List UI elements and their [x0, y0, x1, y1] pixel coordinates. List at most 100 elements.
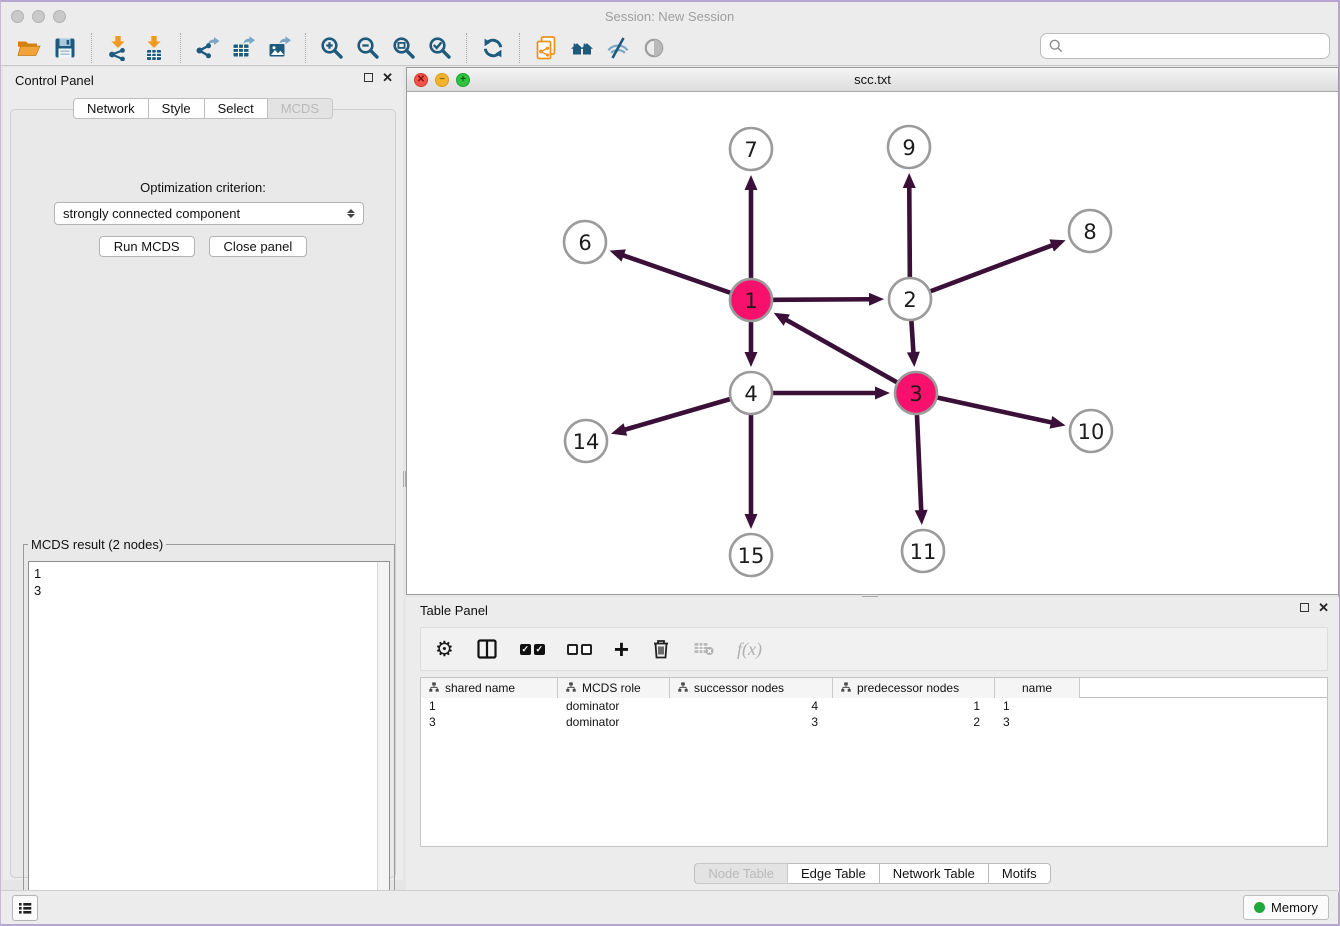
cell-mcds-role[interactable]: dominator: [558, 714, 670, 730]
table-row[interactable]: 3dominator323: [421, 714, 1327, 730]
graph-edge-arrowhead: [611, 423, 627, 435]
toolbar-separator: [466, 33, 467, 63]
node-table: shared name MCDS role successor nodes prede…: [420, 677, 1328, 847]
control-panel: Control Panel ✕ Optimization criterion: …: [3, 67, 403, 880]
homes-icon[interactable]: [567, 33, 597, 63]
tab-style[interactable]: Style: [149, 98, 205, 119]
search-input[interactable]: [1040, 33, 1330, 59]
graph-edge-arrowhead: [610, 249, 626, 261]
delete-table-icon: [693, 636, 715, 662]
column-header-label: MCDS role: [582, 681, 641, 695]
cell-name[interactable]: 1: [995, 698, 1080, 714]
graph-edge-1-6[interactable]: [621, 255, 730, 293]
cell-shared-name[interactable]: 1: [421, 698, 558, 714]
tab-select[interactable]: Select: [205, 98, 268, 119]
zoom-out-icon[interactable]: [353, 33, 383, 63]
import-table-icon[interactable]: [139, 33, 169, 63]
cell-successor-nodes[interactable]: 3: [670, 714, 833, 730]
clone-network-icon[interactable]: [531, 33, 561, 63]
column-header-name[interactable]: name: [995, 678, 1080, 698]
graph-node-label-1: 1: [744, 289, 757, 313]
column-header-label: predecessor nodes: [857, 681, 959, 695]
graph-node-label-8: 8: [1083, 220, 1096, 244]
close-table-panel-icon[interactable]: ✕: [1318, 603, 1329, 612]
tab-network-table[interactable]: Network Table: [880, 863, 989, 884]
graph-edge-arrowhead: [875, 387, 890, 400]
column-header-successor-nodes[interactable]: successor nodes: [670, 678, 833, 698]
cell-predecessor-nodes[interactable]: 1: [833, 698, 995, 714]
graph-edge-1-2[interactable]: [773, 299, 872, 300]
graph-edge-3-10[interactable]: [937, 398, 1053, 423]
graph-edge-3-11[interactable]: [917, 415, 921, 513]
table-panel-title: Table Panel: [420, 603, 488, 618]
graph-edge-2-3[interactable]: [911, 321, 913, 355]
export-image-icon[interactable]: [264, 33, 294, 63]
table-tabs: Node TableEdge TableNetwork TableMotifs: [406, 863, 1339, 884]
import-network-icon[interactable]: [103, 33, 133, 63]
table-options-gear-icon[interactable]: ⚙: [435, 636, 454, 662]
tab-mcds[interactable]: MCDS: [268, 98, 333, 119]
tab-network[interactable]: Network: [73, 98, 149, 119]
toolbar-separator: [180, 33, 181, 63]
vertical-splitter-handle[interactable]: [403, 471, 406, 487]
apply-layout-icon[interactable]: [478, 33, 508, 63]
hide-graphics-details-icon[interactable]: [603, 33, 633, 63]
network-canvas[interactable]: 7968124314101511: [407, 92, 1338, 594]
close-panel-button[interactable]: Close panel: [209, 236, 308, 257]
cell-shared-name[interactable]: 3: [421, 714, 558, 730]
graph-edge-3-1[interactable]: [784, 319, 897, 383]
cell-name[interactable]: 3: [995, 714, 1080, 730]
tab-edge-table[interactable]: Edge Table: [788, 863, 880, 884]
column-header-predecessor-nodes[interactable]: predecessor nodes: [833, 678, 995, 698]
table-row[interactable]: 1dominator411: [421, 698, 1327, 714]
float-table-panel-icon[interactable]: [1300, 603, 1309, 612]
toolbar-separator: [91, 33, 92, 63]
mcds-result-box[interactable]: 13: [28, 561, 390, 914]
status-bar: Memory: [1, 890, 1338, 924]
run-mcds-button[interactable]: Run MCDS: [99, 236, 195, 257]
tab-node-table[interactable]: Node Table: [694, 863, 788, 884]
graph-edge-2-8[interactable]: [931, 244, 1055, 291]
column-tree-icon: [566, 681, 576, 695]
column-header-shared-name[interactable]: shared name: [421, 678, 558, 698]
memory-label: Memory: [1271, 900, 1318, 915]
graph-node-label-11: 11: [910, 540, 937, 564]
graph-edge-4-14[interactable]: [622, 399, 729, 430]
search-field[interactable]: [1064, 36, 1329, 56]
node-table-body: 1dominator4113dominator323: [421, 698, 1327, 730]
zoom-fit-icon[interactable]: [389, 33, 419, 63]
select-all-columns-icon[interactable]: ✓✓: [520, 636, 545, 662]
column-tree-icon: [678, 681, 688, 695]
create-column-icon[interactable]: +: [614, 636, 629, 662]
save-session-icon[interactable]: [50, 33, 80, 63]
export-network-icon[interactable]: [192, 33, 222, 63]
delete-column-icon[interactable]: [651, 636, 671, 662]
cell-successor-nodes[interactable]: 4: [670, 698, 833, 714]
graph-edge-arrowhead: [1049, 239, 1065, 251]
task-history-button[interactable]: [12, 895, 38, 921]
graph-edge-arrowhead: [745, 175, 758, 190]
float-panel-icon[interactable]: [364, 73, 373, 82]
table-toolbar: ⚙ ✓✓ + f(x): [420, 627, 1328, 671]
graph-node-label-15: 15: [738, 544, 765, 568]
unselect-all-columns-icon[interactable]: [567, 636, 592, 662]
graph-node-label-3: 3: [909, 382, 922, 406]
tab-motifs[interactable]: Motifs: [989, 863, 1051, 884]
zoom-in-icon[interactable]: [317, 33, 347, 63]
cell-mcds-role[interactable]: dominator: [558, 698, 670, 714]
show-column-icon[interactable]: [476, 636, 498, 662]
show-graphics-details-icon[interactable]: [639, 33, 669, 63]
zoom-selected-icon[interactable]: [425, 33, 455, 63]
node-table-header-row: shared name MCDS role successor nodes prede…: [421, 678, 1327, 698]
export-table-icon[interactable]: [228, 33, 258, 63]
column-header-mcds-role[interactable]: MCDS role: [558, 678, 670, 698]
graph-edge-2-9[interactable]: [909, 185, 910, 277]
graph-node-label-6: 6: [578, 231, 591, 255]
open-session-icon[interactable]: [14, 33, 44, 63]
cell-predecessor-nodes[interactable]: 2: [833, 714, 995, 730]
result-scrollbar[interactable]: [377, 562, 389, 913]
optimization-criterion-select[interactable]: strongly connected component: [54, 202, 364, 225]
close-panel-icon[interactable]: ✕: [382, 73, 393, 82]
graph-node-label-4: 4: [744, 382, 757, 406]
memory-button[interactable]: Memory: [1243, 895, 1329, 920]
